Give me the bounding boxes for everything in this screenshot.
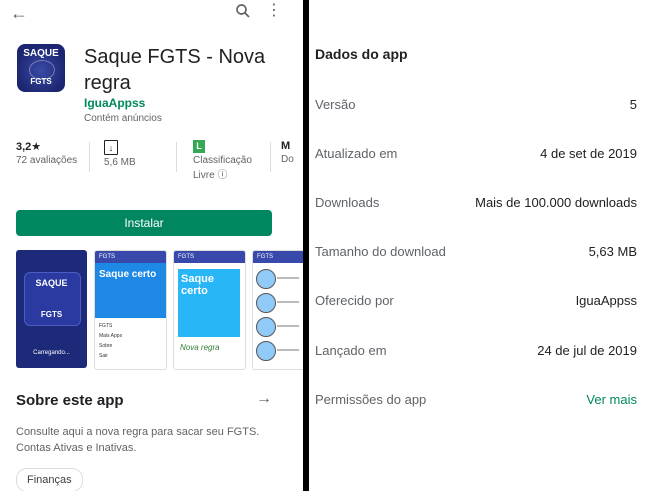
info-label: Downloads: [315, 195, 380, 210]
loading-text: Carregando...: [33, 350, 70, 356]
info-value: IguaAppss: [575, 293, 637, 308]
screenshot-3-appbar: FGTS: [174, 251, 245, 263]
divider: [176, 142, 177, 172]
screenshot-2[interactable]: FGTS Saque certo FGTS Mais Apps Sobre Sa…: [94, 250, 167, 370]
screenshot-2-hero-text: Saque certo: [99, 269, 157, 280]
ads-note: Contém anúncios: [84, 113, 162, 124]
info-row-version: Versão 5: [315, 97, 637, 117]
classification-label: Classificação: [193, 155, 252, 166]
back-arrow-icon[interactable]: ←: [10, 3, 28, 24]
screenshot-4-appbar: FGTS: [253, 251, 303, 263]
app-icon-top-text: SAQUE: [23, 48, 59, 59]
info-row-released: Lançado em 24 de jul de 2019: [315, 343, 637, 363]
list-avatar: [256, 317, 276, 337]
rating-value: 3,2★: [16, 141, 42, 153]
see-more-link[interactable]: Ver mais: [586, 392, 637, 407]
list-line: [277, 325, 299, 327]
about-title: Sobre este app: [16, 392, 124, 409]
screenshot-4[interactable]: FGTS: [252, 250, 303, 370]
app-icon: SAQUE FGTS: [17, 44, 65, 92]
divider: [89, 142, 90, 172]
install-button[interactable]: Instalar: [16, 210, 272, 236]
list-line: [277, 349, 299, 351]
list-line: [277, 277, 299, 279]
info-label: Versão: [315, 97, 356, 112]
screenshot-3[interactable]: FGTS Saque certo Nova regra: [173, 250, 246, 370]
classification-stat[interactable]: L Classificação Livre ⓘ: [193, 140, 252, 181]
app-detail-panel: ← ⋮ SAQUE FGTS Saque FGTS - Nova regra I…: [0, 0, 303, 491]
list-avatar: [256, 269, 276, 289]
list-avatar: [256, 341, 276, 361]
menu-item-exit: Sair: [99, 353, 108, 359]
divider: [270, 142, 271, 172]
search-icon[interactable]: [234, 2, 252, 20]
info-label: Tamanho do download: [315, 244, 446, 259]
info-value: 24 de jul de 2019: [537, 343, 637, 358]
screenshot-3-poster-text: Saque certo: [181, 273, 215, 297]
info-label: Atualizado em: [315, 146, 398, 161]
menu-item-more-apps: Mais Apps: [99, 333, 123, 339]
app-title: Saque FGTS - Nova regra: [84, 46, 266, 94]
screenshot-carousel[interactable]: SAQUE FGTS Carregando... FGTS Saque cert…: [16, 250, 303, 370]
download-icon: ↓: [104, 140, 118, 155]
content-rating-badge: L: [193, 140, 205, 153]
menu-item-fgts: FGTS: [99, 323, 113, 329]
arrow-forward-icon[interactable]: →: [256, 390, 272, 408]
top-bar: ← ⋮: [0, 0, 303, 28]
list-avatar: [256, 293, 276, 313]
screenshot-3-footer: Nova regra: [180, 343, 220, 352]
info-value: 4 de set de 2019: [540, 146, 637, 161]
reviews-count: 72 avaliações: [16, 155, 78, 166]
info-value: Mais de 100.000 downloads: [475, 195, 637, 210]
info-row-permissions: Permissões do app Ver mais: [315, 392, 637, 412]
size-value: 5,6 MB: [104, 157, 136, 168]
more-vert-icon[interactable]: ⋮: [266, 3, 282, 19]
app-description: Consulte aqui a nova regra para sacar se…: [16, 426, 260, 454]
info-value: 5: [629, 97, 637, 112]
rating-stat[interactable]: 3,2★ 72 avaliações: [16, 140, 77, 166]
screenshot-2-hero: Saque certo: [95, 263, 166, 318]
list-line: [277, 301, 299, 303]
stats-row: 3,2★ 72 avaliações ↓ 5,6 MB L Classifica…: [0, 140, 303, 190]
app-icon-bottom-text: FGTS: [30, 77, 52, 86]
menu-item-about: Sobre: [99, 343, 113, 349]
extra-stat-label: Do: [281, 154, 294, 165]
screenshot-1-top-text: SAQUE: [35, 278, 68, 288]
info-row-download-size: Tamanho do download 5,63 MB: [315, 244, 637, 264]
info-value: 5,63 MB: [588, 244, 637, 259]
info-row-offered-by: Oferecido por IguaAppss: [315, 293, 637, 313]
info-label: Permissões do app: [315, 392, 427, 407]
app-info-panel: Dados do app Versão 5 Atualizado em 4 de…: [309, 0, 650, 491]
app-info-title: Dados do app: [315, 46, 408, 62]
extra-stat: M Do: [281, 140, 294, 165]
screenshot-1-bottom-text: FGTS: [40, 310, 63, 319]
category-chip[interactable]: Finanças: [16, 468, 83, 491]
info-label: Oferecido por: [315, 293, 394, 308]
extra-stat-value: M: [281, 140, 291, 152]
info-label: Lançado em: [315, 343, 387, 358]
size-stat: ↓ 5,6 MB: [104, 140, 136, 168]
info-row-updated: Atualizado em 4 de set de 2019: [315, 146, 637, 166]
screenshot-1[interactable]: SAQUE FGTS Carregando...: [16, 250, 87, 368]
classification-value: Livre ⓘ: [193, 170, 228, 181]
screenshot-3-poster: Saque certo: [178, 269, 240, 337]
screenshot-2-appbar: FGTS: [95, 251, 166, 263]
info-row-downloads: Downloads Mais de 100.000 downloads: [315, 195, 637, 215]
developer-link[interactable]: IguaAppss: [84, 96, 145, 110]
